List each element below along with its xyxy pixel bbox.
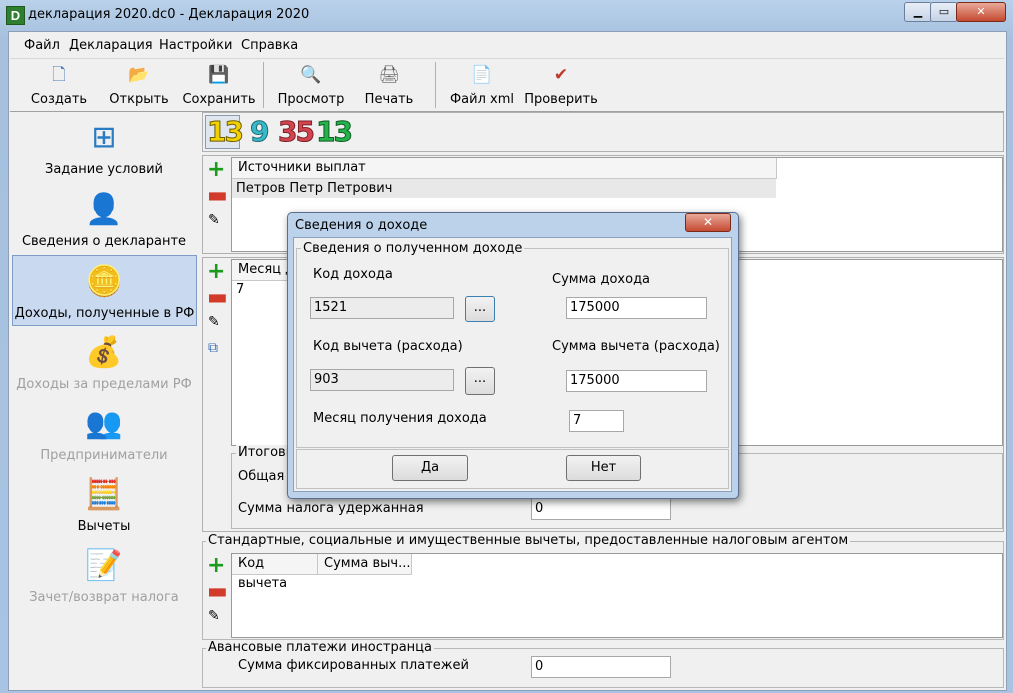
withheld-tax-label: Сумма налога удержанная (238, 501, 424, 516)
fixed-payments-label: Сумма фиксированных платежей (238, 658, 469, 673)
save-label: Сохранить (182, 92, 256, 107)
add-income-icon[interactable]: + (207, 261, 225, 283)
remove-deduction-icon[interactable]: ▬ (207, 581, 228, 603)
printer-icon: 🖨 (378, 65, 400, 85)
nav-income-rf-label: Доходы, полученные в РФ (14, 306, 195, 321)
nav-entrepreneurs-label: Предприниматели (40, 448, 168, 463)
preview-label: Просмотр (277, 92, 345, 107)
preview-button[interactable]: 🔍 Просмотр (273, 64, 349, 108)
dialog-close-button[interactable]: ✕ (685, 213, 731, 232)
add-deduction-icon[interactable]: + (207, 555, 225, 577)
nav-deductions[interactable]: 🧮 Вычеты (12, 469, 196, 541)
nav-tax-return[interactable]: 📝 Зачет/возврат налога (12, 540, 196, 612)
income-code-browse-button[interactable]: ... (465, 296, 495, 322)
rate-tab-9[interactable]: 9 (249, 115, 270, 149)
dialog-group-legend: Сведения о полученном доходе (301, 241, 525, 256)
deduction-code-label: Код вычета (расхода) (313, 339, 463, 354)
person-icon: 👤 (85, 192, 123, 227)
income-sum-field[interactable]: 175000 (566, 297, 707, 319)
xml-export-icon: 📄 (471, 65, 493, 85)
no-button[interactable]: Нет (566, 455, 641, 481)
remove-income-icon[interactable]: ▬ (207, 287, 228, 309)
menu-settings[interactable]: Настройки (159, 38, 232, 53)
remove-source-icon[interactable]: ▬ (207, 185, 228, 207)
sources-grid-row[interactable]: Петров Петр Петрович (232, 179, 776, 198)
check-document-icon: ✔ (553, 65, 569, 85)
menu-file[interactable]: Файл (24, 38, 60, 53)
preview-icon: 🔍 (300, 65, 322, 85)
window-title: декларация 2020.dc0 - Декларация 2020 (28, 7, 310, 22)
xml-file-button[interactable]: 📄 Файл xml (446, 64, 518, 108)
deductions-legend: Стандартные, социальные и имущественные … (206, 533, 851, 548)
calculator-icon: 🧮 (85, 477, 123, 512)
month-field[interactable]: 7 (569, 410, 624, 432)
conditions-diagram-icon: ⊞ (91, 120, 117, 155)
maximize-button[interactable]: ▭ (930, 2, 958, 22)
sources-grid-header[interactable]: Источники выплат (232, 158, 777, 179)
check-button[interactable]: ✔ Проверить (522, 64, 600, 108)
print-button[interactable]: 🖨 Печать (356, 64, 422, 108)
nav-income-abroad-label: Доходы за пределами РФ (16, 377, 192, 392)
withheld-tax-field[interactable]: 0 (531, 498, 671, 520)
income-code-label: Код дохода (313, 267, 393, 282)
deduction-sum-label: Сумма вычета (расхода) (552, 339, 720, 354)
new-document-icon: 🗋 (52, 65, 66, 85)
save-button[interactable]: 💾 Сохранить (180, 64, 258, 108)
print-label: Печать (364, 92, 414, 107)
nav-entrepreneurs[interactable]: 👥 Предприниматели (12, 398, 196, 470)
app-logo-icon: D (6, 6, 25, 25)
open-button[interactable]: 📂 Открыть (102, 64, 176, 108)
dialog-title: Сведения о доходе (295, 218, 428, 233)
minimize-button[interactable]: ▁ (904, 2, 932, 22)
open-folder-icon: 📂 (128, 65, 150, 85)
tax-return-icon: 📝 (85, 548, 123, 583)
toolbar-separator (263, 62, 264, 108)
coins-icon: 🪙 (85, 264, 124, 299)
rate-tab-13-resident[interactable]: 13 (316, 115, 354, 149)
edit-deduction-icon[interactable]: ✎ (208, 608, 220, 624)
deduction-code-field[interactable]: 903 (310, 369, 454, 391)
dialog-button-panel (296, 449, 729, 489)
entrepreneur-icon: 👥 (85, 406, 123, 441)
copy-income-icon[interactable]: ⧉ (208, 340, 218, 356)
close-button[interactable]: ✕ (956, 2, 1006, 22)
create-button[interactable]: 🗋 Создать (22, 64, 96, 108)
advance-legend: Авансовые платежи иностранца (206, 640, 434, 655)
save-disk-icon: 💾 (208, 65, 230, 85)
nav-conditions-label: Задание условий (45, 162, 163, 177)
nav-deductions-label: Вычеты (77, 519, 131, 534)
income-grid-row[interactable]: 7 (236, 282, 244, 297)
nav-tax-return-label: Зачет/возврат налога (29, 590, 179, 605)
deductions-col-code[interactable]: Код вычета (232, 554, 318, 591)
income-sum-label: Сумма дохода (552, 272, 651, 287)
fixed-payments-field[interactable]: 0 (531, 656, 671, 678)
deduction-code-browse-button[interactable]: ... (465, 367, 495, 395)
nav-declarant-info[interactable]: 👤 Сведения о декларанте (12, 184, 196, 256)
edit-income-icon[interactable]: ✎ (208, 314, 220, 330)
income-code-field[interactable]: 1521 (310, 297, 454, 319)
deductions-col-sum[interactable]: Сумма выч... (318, 554, 412, 575)
nav-income-abroad[interactable]: 💰 Доходы за пределами РФ (12, 327, 196, 399)
xml-file-label: Файл xml (449, 92, 515, 107)
open-label: Открыть (109, 92, 169, 107)
rate-tab-13[interactable]: 13 (207, 115, 245, 149)
menu-help[interactable]: Справка (241, 38, 298, 53)
check-label: Проверить (524, 92, 598, 107)
menu-declaration[interactable]: Декларация (69, 38, 153, 53)
month-label: Месяц получения дохода (313, 411, 487, 426)
add-source-icon[interactable]: + (207, 159, 225, 181)
toolbar-separator (435, 62, 436, 108)
edit-source-icon[interactable]: ✎ (208, 212, 220, 228)
rate-tab-35[interactable]: 35 (278, 115, 316, 149)
nav-income-rf[interactable]: 🪙 Доходы, полученные в РФ (12, 255, 197, 326)
nav-conditions[interactable]: ⊞ Задание условий (12, 112, 196, 184)
yes-button[interactable]: Да (392, 455, 468, 481)
create-label: Создать (30, 92, 88, 107)
money-bag-icon: 💰 (85, 335, 123, 370)
deduction-sum-field[interactable]: 175000 (566, 370, 707, 392)
nav-declarant-label: Сведения о декларанте (21, 234, 187, 249)
